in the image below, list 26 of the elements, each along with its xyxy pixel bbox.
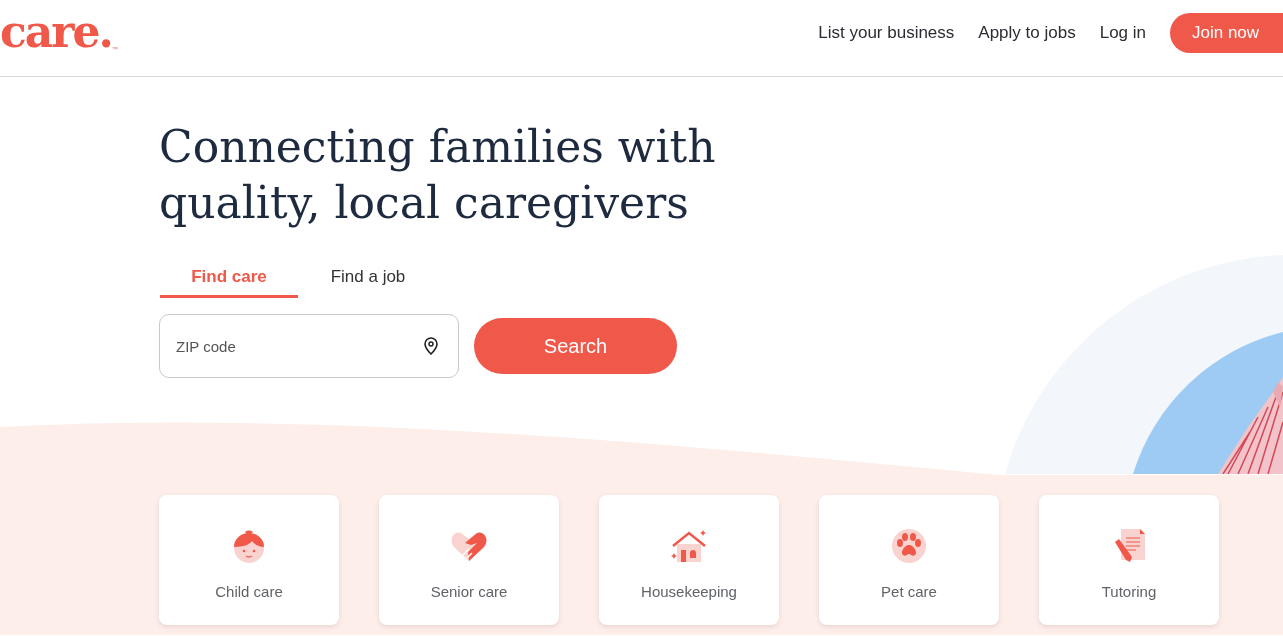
hero-heading: Connecting families with quality, local caregivers (159, 120, 717, 230)
location-pin-icon (424, 337, 438, 355)
service-card[interactable]: Tutoring (1039, 495, 1219, 625)
nav-link[interactable]: List your business (818, 23, 955, 43)
service-card[interactable]: Housekeeping (599, 495, 779, 625)
handshake-heart-icon (449, 529, 489, 563)
nav-link[interactable]: Log in (1099, 23, 1146, 43)
card-label: Housekeeping (641, 583, 737, 600)
child-face-icon (232, 528, 266, 564)
join-button[interactable]: Join now (1170, 13, 1283, 53)
tab[interactable]: Find a job (299, 267, 437, 298)
service-card[interactable]: Senior care (379, 495, 559, 625)
zip-field[interactable]: ZIP code (159, 314, 459, 378)
card-label: Senior care (430, 583, 508, 600)
nav-link[interactable]: Apply to jobs (978, 23, 1076, 43)
search-button[interactable]: Search (474, 318, 677, 374)
card-label: Pet care (881, 583, 937, 600)
paw-icon (890, 528, 928, 564)
tab[interactable]: Find care (160, 267, 298, 298)
service-card[interactable]: Child care (159, 495, 339, 625)
service-card[interactable]: Pet care (819, 495, 999, 625)
card-label: Tutoring (1101, 583, 1157, 600)
document-pencil-icon (1112, 527, 1146, 565)
logo[interactable]: care. (0, 10, 112, 54)
house-icon (670, 528, 708, 564)
card-label: Child care (215, 583, 283, 600)
